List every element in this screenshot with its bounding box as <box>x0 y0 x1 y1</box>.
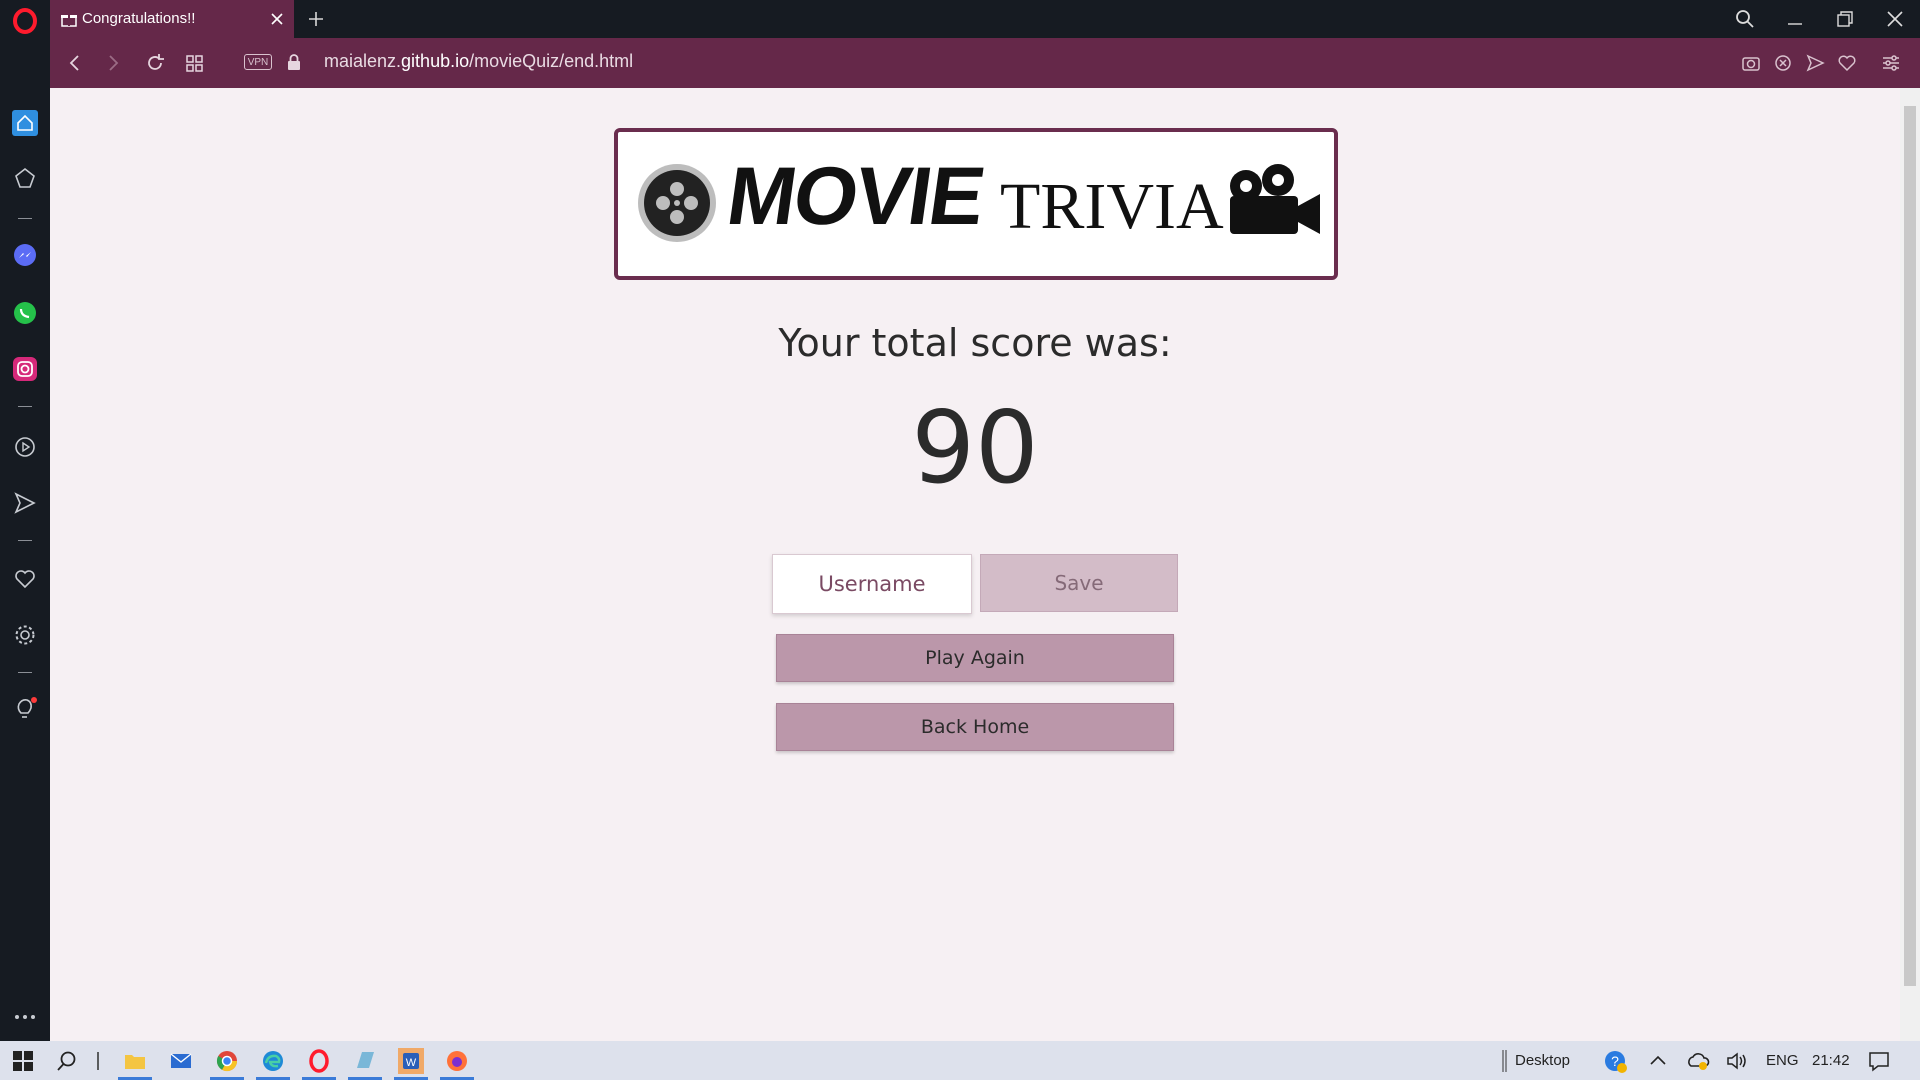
sidebar-separator <box>18 672 32 673</box>
mail-icon[interactable] <box>168 1048 194 1074</box>
show-hidden-icons-chevron-icon[interactable] <box>1645 1048 1671 1074</box>
whatsapp-icon[interactable] <box>12 300 38 326</box>
desktop-toolbar-label[interactable]: Desktop <box>1515 1052 1570 1069</box>
svg-text:W: W <box>406 1057 417 1069</box>
search-icon[interactable] <box>54 1048 80 1074</box>
speed-dial-icon[interactable] <box>12 166 38 192</box>
search-tabs-icon[interactable] <box>1734 8 1756 30</box>
input-language[interactable]: ENG <box>1766 1052 1799 1069</box>
tab-title: Congratulations!! <box>82 10 196 27</box>
film-reel-icon <box>638 164 716 242</box>
help-icon[interactable]: ? <box>1602 1048 1628 1074</box>
heart-icon[interactable] <box>1836 52 1858 74</box>
sidebar-separator <box>18 218 32 219</box>
play-again-button[interactable]: Play Again <box>776 634 1174 682</box>
instagram-icon[interactable] <box>12 356 38 382</box>
edge-icon[interactable] <box>260 1048 286 1074</box>
page-content: MOVIE TRIVIA Your total score was: 90 Sa… <box>50 88 1900 1041</box>
send-icon[interactable] <box>1804 52 1826 74</box>
windows-taskbar: W Desktop ? ENG 21:42 <box>0 1041 1920 1080</box>
opera-sidebar <box>0 38 50 1041</box>
word-icon[interactable]: W <box>398 1048 424 1074</box>
task-view-icon[interactable] <box>90 1048 116 1074</box>
username-input[interactable] <box>772 554 972 614</box>
tab-congratulations[interactable]: Congratulations!! <box>50 0 294 38</box>
notifications-icon[interactable] <box>1866 1048 1892 1074</box>
minimize-icon[interactable] <box>1784 8 1806 30</box>
url-path: /movieQuiz/end.html <box>469 51 634 71</box>
back-icon[interactable] <box>64 52 86 74</box>
forward-icon[interactable] <box>102 52 124 74</box>
firefox-icon[interactable] <box>444 1048 470 1074</box>
notepad-icon[interactable] <box>352 1048 378 1074</box>
movie-trivia-logo: MOVIE TRIVIA <box>614 128 1338 280</box>
restore-icon[interactable] <box>1834 8 1856 30</box>
volume-icon[interactable] <box>1724 1048 1750 1074</box>
player-icon[interactable] <box>12 434 38 460</box>
file-explorer-icon[interactable] <box>122 1048 148 1074</box>
sidebar-separator <box>18 540 32 541</box>
url-prefix: maialenz. <box>324 51 402 71</box>
favorites-heart-icon[interactable] <box>12 566 38 592</box>
vertical-scrollbar[interactable] <box>1900 88 1920 1041</box>
url-field[interactable]: maialenz.github.io/movieQuiz/end.html <box>324 51 633 72</box>
home-icon[interactable] <box>12 110 38 136</box>
final-score: 90 <box>911 389 1039 506</box>
messenger-icon[interactable] <box>12 242 38 268</box>
flow-send-icon[interactable] <box>12 490 38 516</box>
easy-setup-icon[interactable] <box>1880 52 1902 74</box>
reload-icon[interactable] <box>144 52 166 74</box>
logo-word-movie: MOVIE <box>721 151 989 242</box>
opera-taskbar-icon[interactable] <box>306 1048 332 1074</box>
vpn-badge[interactable]: VPN <box>244 54 272 70</box>
new-tab-icon[interactable] <box>306 9 326 29</box>
sidebar-separator <box>18 406 32 407</box>
tab-grid-icon[interactable] <box>184 52 206 74</box>
tips-lightbulb-icon[interactable] <box>12 696 38 722</box>
back-home-button[interactable]: Back Home <box>776 703 1174 751</box>
browser-tab-bar: Congratulations!! <box>0 0 1920 38</box>
film-camera-icon <box>1230 164 1320 234</box>
clock-time[interactable]: 21:42 <box>1812 1052 1850 1069</box>
camera-snapshot-icon[interactable] <box>1740 52 1762 74</box>
close-window-icon[interactable] <box>1884 8 1906 30</box>
ad-block-icon[interactable] <box>1772 52 1794 74</box>
close-tab-icon[interactable] <box>268 10 286 28</box>
gift-icon <box>61 15 77 27</box>
url-domain: github.io <box>401 51 470 71</box>
lock-icon[interactable] <box>286 53 302 71</box>
save-button[interactable]: Save <box>980 554 1178 612</box>
scrollbar-thumb[interactable] <box>1904 106 1916 986</box>
score-label: Your total score was: <box>778 321 1172 365</box>
logo-word-trivia: TRIVIA <box>1000 170 1224 243</box>
windows-start-icon[interactable] <box>10 1048 36 1074</box>
opera-logo-icon[interactable] <box>12 8 38 34</box>
more-options-icon[interactable] <box>12 1004 38 1030</box>
settings-gear-icon[interactable] <box>12 622 38 648</box>
onedrive-cloud-icon[interactable] <box>1685 1048 1711 1074</box>
chrome-icon[interactable] <box>214 1048 240 1074</box>
address-bar: VPN maialenz.github.io/movieQuiz/end.htm… <box>50 38 1920 88</box>
